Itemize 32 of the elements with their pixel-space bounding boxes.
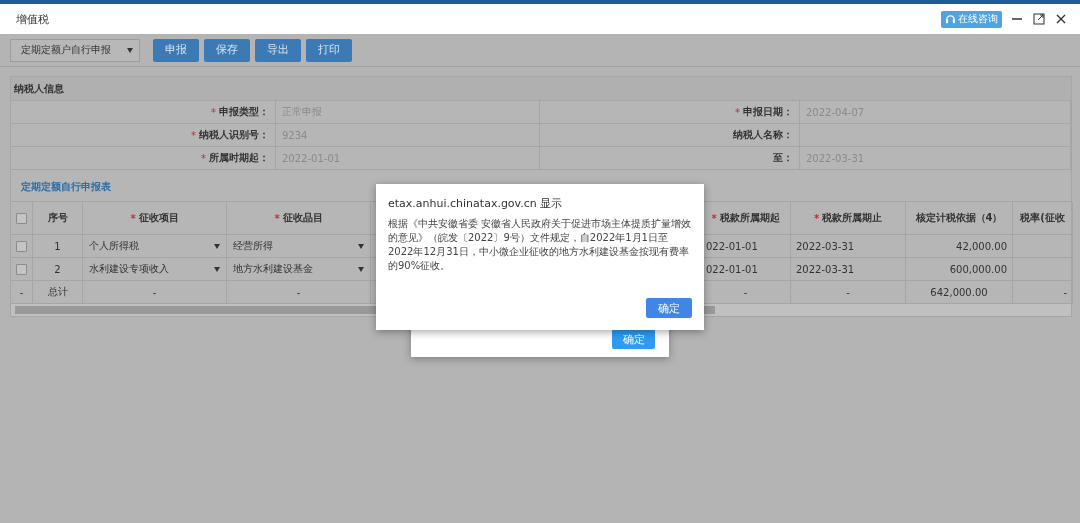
column-header: 核定计税依据（4） [915, 211, 1003, 225]
required-mark: * [191, 129, 196, 141]
window-title: 增值税 [16, 11, 50, 27]
table-cell: 600,000.00 [906, 258, 1013, 281]
column-header: 征收品目 [282, 211, 323, 225]
table-cell: 2022-03-31 [791, 235, 906, 258]
field-label: 纳税人名称： [733, 128, 793, 142]
required-mark: * [813, 212, 820, 224]
table-cell: 42,000.00 [906, 235, 1013, 258]
column-header: 税款所属期止 [822, 211, 883, 225]
table-cell: 1 [33, 235, 83, 258]
column-header: 税率(征收 [1020, 211, 1065, 225]
dialog-title: etax.anhui.chinatax.gov.cn 显示 [388, 196, 564, 211]
table-cell: 2022-03-31 [791, 258, 906, 281]
column-header: 税款所属期起 [719, 211, 780, 225]
required-mark: * [211, 106, 216, 118]
column-header: 征收项目 [138, 211, 179, 225]
field-label: 申报日期： [743, 105, 793, 119]
required-mark: * [130, 212, 136, 224]
field-label: 纳税人识别号： [199, 128, 269, 142]
section-header: 纳税人信息 [11, 77, 1071, 101]
field-label: 至： [773, 151, 793, 165]
table-cell: 2 [33, 258, 83, 281]
required-mark: * [201, 152, 206, 164]
dialog-message: 根据《中共安徽省委 安徽省人民政府关于促进市场主体提质扩量增效的意见》（皖发〔2022〕9号）文件规定，自2022年1月1日至2022年12月31日，中小微企业征收的地方水利建设基金按现有费率的90%征收。 [388, 217, 692, 273]
required-mark: * [735, 106, 740, 118]
field-label: 申报类型： [219, 105, 269, 119]
section-title: 定期定额自行申报表 [20, 180, 112, 194]
required-mark: * [274, 212, 280, 224]
column-header: 序号 [47, 211, 68, 225]
required-mark: * [711, 212, 717, 224]
field-label: 所属时期起： [209, 151, 269, 165]
